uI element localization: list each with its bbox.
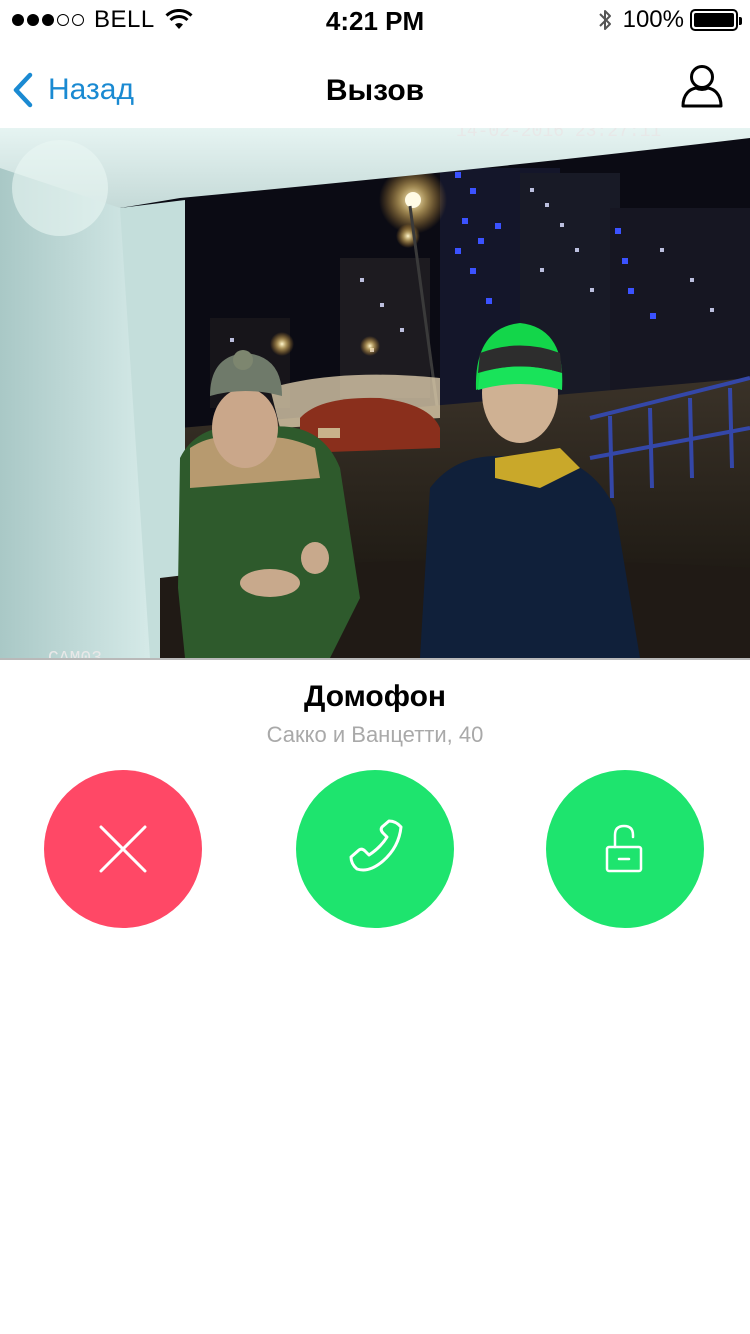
unlock-door-button[interactable]	[546, 770, 704, 928]
bluetooth-icon	[598, 10, 611, 30]
intercom-video-feed: 14-02-2016 23:27:11 CAM03	[0, 128, 750, 658]
battery-icon	[690, 9, 742, 31]
decline-button[interactable]	[44, 770, 202, 928]
call-screen: BELL 4:21 PM 100% Назад Вызов 14-02-2016…	[0, 0, 750, 1334]
phone-icon	[349, 819, 403, 872]
video-frame: 14-02-2016 23:27:11 CAM03	[0, 128, 750, 658]
back-button[interactable]: Назад	[12, 72, 134, 108]
close-icon	[99, 825, 147, 873]
video-divider	[0, 658, 750, 660]
status-bar: BELL 4:21 PM 100%	[0, 0, 750, 40]
caller-name: Домофон	[303, 680, 447, 713]
back-label: Назад	[48, 73, 134, 106]
answer-button[interactable]	[296, 770, 454, 928]
unlock-icon	[605, 824, 643, 873]
battery-fill	[694, 13, 734, 27]
navigation-bar: Назад Вызов	[0, 40, 750, 128]
status-right: 100%	[597, 6, 742, 34]
caller-address: Сакко и Ванцетти, 40	[266, 722, 484, 747]
battery-percent: 100%	[622, 6, 684, 33]
user-icon[interactable]	[680, 64, 724, 110]
chevron-left-icon	[13, 72, 33, 108]
video-camera-label: CAM03	[48, 649, 102, 658]
video-timestamp: 14-02-2016 23:27:11	[456, 128, 661, 142]
